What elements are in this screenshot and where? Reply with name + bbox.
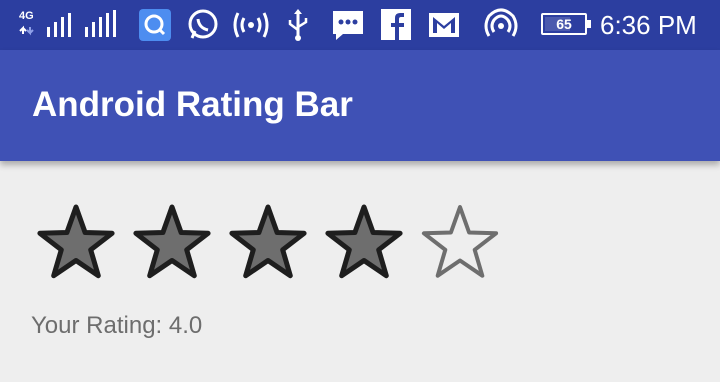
app-bar: Android Rating Bar [0, 50, 720, 161]
signal-icon [46, 0, 78, 50]
star-filled-icon[interactable] [322, 203, 406, 283]
gmail-icon [428, 0, 460, 50]
star-filled-icon[interactable] [226, 203, 310, 283]
star-empty-icon[interactable] [418, 203, 502, 283]
rating-bar[interactable] [34, 203, 514, 283]
status-clock: 6:36 PM [600, 10, 697, 40]
whatsapp-icon [186, 0, 220, 50]
signal-icon [84, 0, 118, 50]
search-app-icon [138, 0, 172, 50]
status-bar: 4G 65 6:36 PM [0, 0, 720, 50]
page-title: Android Rating Bar [32, 85, 353, 124]
rating-value-label: Your Rating: 4.0 [31, 312, 203, 339]
star-filled-icon[interactable] [130, 203, 214, 283]
messages-icon [331, 0, 365, 50]
star-filled-icon[interactable] [34, 203, 118, 283]
wifi-icon [484, 0, 518, 50]
battery-percent: 65 [556, 16, 572, 32]
facebook-icon [380, 0, 412, 50]
battery-icon: 65 [541, 13, 591, 35]
hotspot-icon [232, 0, 270, 50]
data-arrows-icon [19, 0, 35, 50]
usb-icon [286, 0, 310, 50]
